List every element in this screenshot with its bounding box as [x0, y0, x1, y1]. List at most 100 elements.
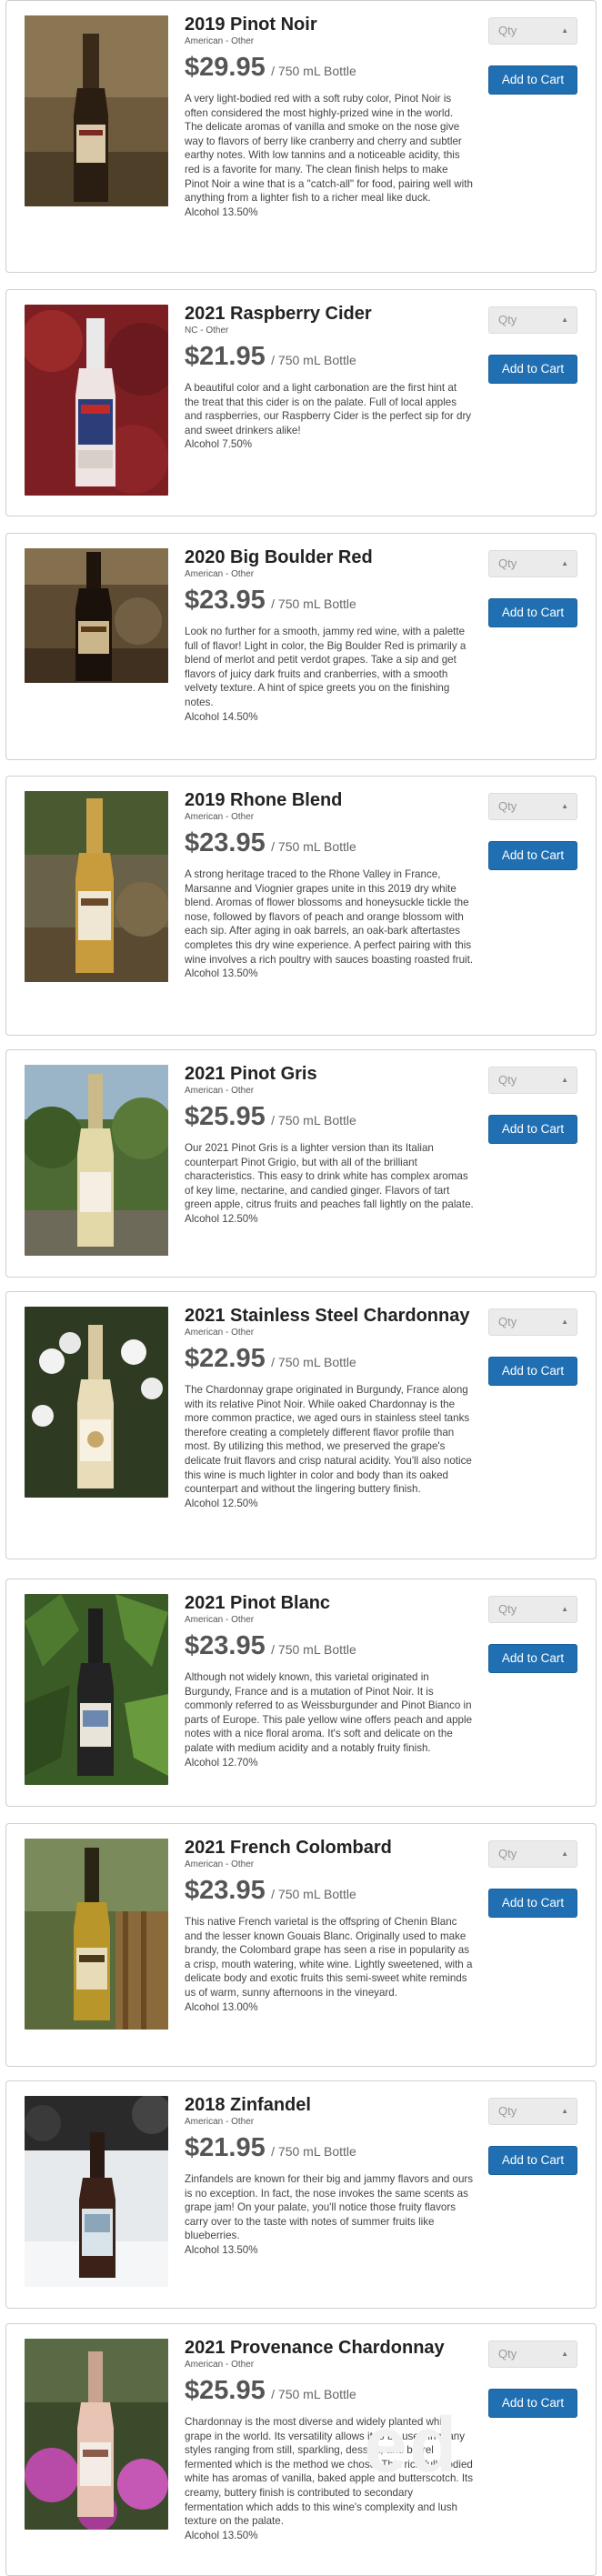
product-photo[interactable]: [25, 1594, 168, 1785]
quantity-placeholder: Qty: [498, 1847, 517, 1860]
add-to-cart-button[interactable]: Add to Cart: [488, 2389, 577, 2418]
product-card: 2019 Pinot Noir American - Other $29.95 …: [5, 0, 597, 273]
chevron-down-icon: ▲: [561, 2350, 568, 2358]
product-name[interactable]: 2021 Raspberry Cider: [185, 303, 474, 325]
quantity-select[interactable]: Qty ▲: [488, 2340, 577, 2368]
quantity-select[interactable]: Qty ▲: [488, 1840, 577, 1868]
product-card: 2021 Raspberry Cider NC - Other $21.95 /…: [5, 289, 597, 516]
product-description: Our 2021 Pinot Gris is a lighter version…: [185, 1142, 474, 1211]
product-name[interactable]: 2020 Big Boulder Red: [185, 546, 474, 568]
product-description: Look no further for a smooth, jammy red …: [185, 626, 467, 708]
product-size: / 750 mL Bottle: [271, 1642, 356, 1657]
product-photo[interactable]: [25, 2096, 168, 2287]
product-description: A beautiful color and a light carbonatio…: [185, 382, 472, 436]
add-to-cart-button[interactable]: Add to Cart: [488, 2146, 577, 2175]
product-size: / 750 mL Bottle: [271, 596, 356, 611]
quantity-select[interactable]: Qty ▲: [488, 550, 577, 577]
product-photo[interactable]: [25, 305, 168, 496]
chevron-down-icon: ▲: [561, 2107, 568, 2115]
product-alcohol: Alcohol 13.00%: [185, 2000, 258, 2013]
product-size: / 750 mL Bottle: [271, 64, 356, 78]
product-region: American - Other: [185, 2117, 255, 2127]
product-size: / 750 mL Bottle: [271, 1887, 356, 1901]
product-name[interactable]: 2019 Pinot Noir: [185, 14, 474, 35]
quantity-placeholder: Qty: [498, 2347, 517, 2360]
product-photo[interactable]: [25, 1839, 168, 2030]
product-price: $21.95: [185, 2133, 266, 2162]
product-region: American - Other: [185, 36, 255, 46]
product-alcohol: Alcohol 12.50%: [185, 1212, 258, 1225]
product-name[interactable]: 2019 Rhone Blend: [185, 789, 474, 811]
product-region: American - Other: [185, 1086, 255, 1096]
quantity-placeholder: Qty: [498, 556, 517, 570]
quantity-select[interactable]: Qty ▲: [488, 17, 577, 45]
quantity-select[interactable]: Qty ▲: [488, 1596, 577, 1623]
quantity-placeholder: Qty: [498, 24, 517, 37]
product-price: $23.95: [185, 1876, 266, 1905]
product-photo[interactable]: [25, 15, 168, 206]
quantity-select[interactable]: Qty ▲: [488, 793, 577, 820]
product-description: Chardonnay is the most diverse and widel…: [185, 2416, 474, 2528]
product-size: / 750 mL Bottle: [271, 353, 356, 367]
chevron-down-icon: ▲: [561, 1076, 568, 1084]
product-photo[interactable]: [25, 1307, 168, 1498]
product-name[interactable]: 2021 Stainless Steel Chardonnay: [185, 1305, 474, 1327]
quantity-placeholder: Qty: [498, 799, 517, 813]
product-card: 2021 French Colombard American - Other $…: [5, 1823, 597, 2067]
product-alcohol: Alcohol 13.50%: [185, 2529, 258, 2541]
product-list: 2019 Pinot Noir American - Other $29.95 …: [0, 0, 602, 2576]
product-description: A strong heritage traced to the Rhone Va…: [185, 868, 474, 966]
product-size: / 750 mL Bottle: [271, 839, 356, 854]
chevron-down-icon: ▲: [561, 1849, 568, 1858]
product-name[interactable]: 2018 Zinfandel: [185, 2094, 474, 2116]
product-region: American - Other: [185, 1859, 255, 1869]
product-price: $29.95: [185, 53, 266, 82]
product-name[interactable]: 2021 Pinot Blanc: [185, 1592, 474, 1614]
product-size: / 750 mL Bottle: [271, 2387, 356, 2401]
product-price: $25.95: [185, 1102, 266, 1131]
add-to-cart-button[interactable]: Add to Cart: [488, 841, 577, 870]
product-alcohol: Alcohol 12.70%: [185, 1756, 258, 1769]
quantity-select[interactable]: Qty ▲: [488, 1308, 577, 1336]
product-alcohol: Alcohol 7.50%: [185, 438, 253, 451]
product-photo[interactable]: [25, 1065, 168, 1256]
product-photo[interactable]: [25, 548, 168, 683]
product-card: 2018 Zinfandel American - Other $21.95 /…: [5, 2080, 597, 2309]
product-name[interactable]: 2021 Pinot Gris: [185, 1063, 474, 1085]
product-region: American - Other: [185, 569, 255, 579]
product-size: / 750 mL Bottle: [271, 1113, 356, 1128]
product-card: 2019 Rhone Blend American - Other $23.95…: [5, 776, 597, 1036]
product-region: American - Other: [185, 1328, 255, 1338]
product-photo[interactable]: [25, 791, 168, 982]
product-description: Although not widely known, this varietal…: [185, 1671, 473, 1754]
product-card: 2021 Provenance Chardonnay American - Ot…: [5, 2323, 597, 2576]
product-size: / 750 mL Bottle: [271, 1355, 356, 1369]
add-to-cart-button[interactable]: Add to Cart: [488, 598, 577, 627]
add-to-cart-button[interactable]: Add to Cart: [488, 1644, 577, 1673]
product-photo[interactable]: [25, 2339, 168, 2530]
product-region: American - Other: [185, 1615, 255, 1625]
product-region: American - Other: [185, 2360, 255, 2370]
add-to-cart-button[interactable]: Add to Cart: [488, 1115, 577, 1144]
product-name[interactable]: 2021 French Colombard: [185, 1837, 474, 1859]
quantity-placeholder: Qty: [498, 2104, 517, 2118]
product-price: $21.95: [185, 342, 266, 371]
quantity-placeholder: Qty: [498, 313, 517, 326]
quantity-select[interactable]: Qty ▲: [488, 1067, 577, 1094]
product-price: $23.95: [185, 586, 266, 615]
quantity-select[interactable]: Qty ▲: [488, 306, 577, 334]
product-price: $25.95: [185, 2376, 266, 2405]
product-description: Zinfandels are known for their big and j…: [185, 2173, 474, 2242]
add-to-cart-button[interactable]: Add to Cart: [488, 1889, 577, 1918]
quantity-select[interactable]: Qty ▲: [488, 2098, 577, 2125]
product-name[interactable]: 2021 Provenance Chardonnay: [185, 2337, 474, 2359]
add-to-cart-button[interactable]: Add to Cart: [488, 65, 577, 95]
product-price: $22.95: [185, 1344, 266, 1373]
quantity-placeholder: Qty: [498, 1602, 517, 1616]
quantity-placeholder: Qty: [498, 1315, 517, 1328]
product-price: $23.95: [185, 1631, 266, 1660]
product-card: 2020 Big Boulder Red American - Other $2…: [5, 533, 597, 760]
product-alcohol: Alcohol 13.50%: [185, 967, 258, 980]
add-to-cart-button[interactable]: Add to Cart: [488, 1357, 577, 1386]
add-to-cart-button[interactable]: Add to Cart: [488, 355, 577, 384]
